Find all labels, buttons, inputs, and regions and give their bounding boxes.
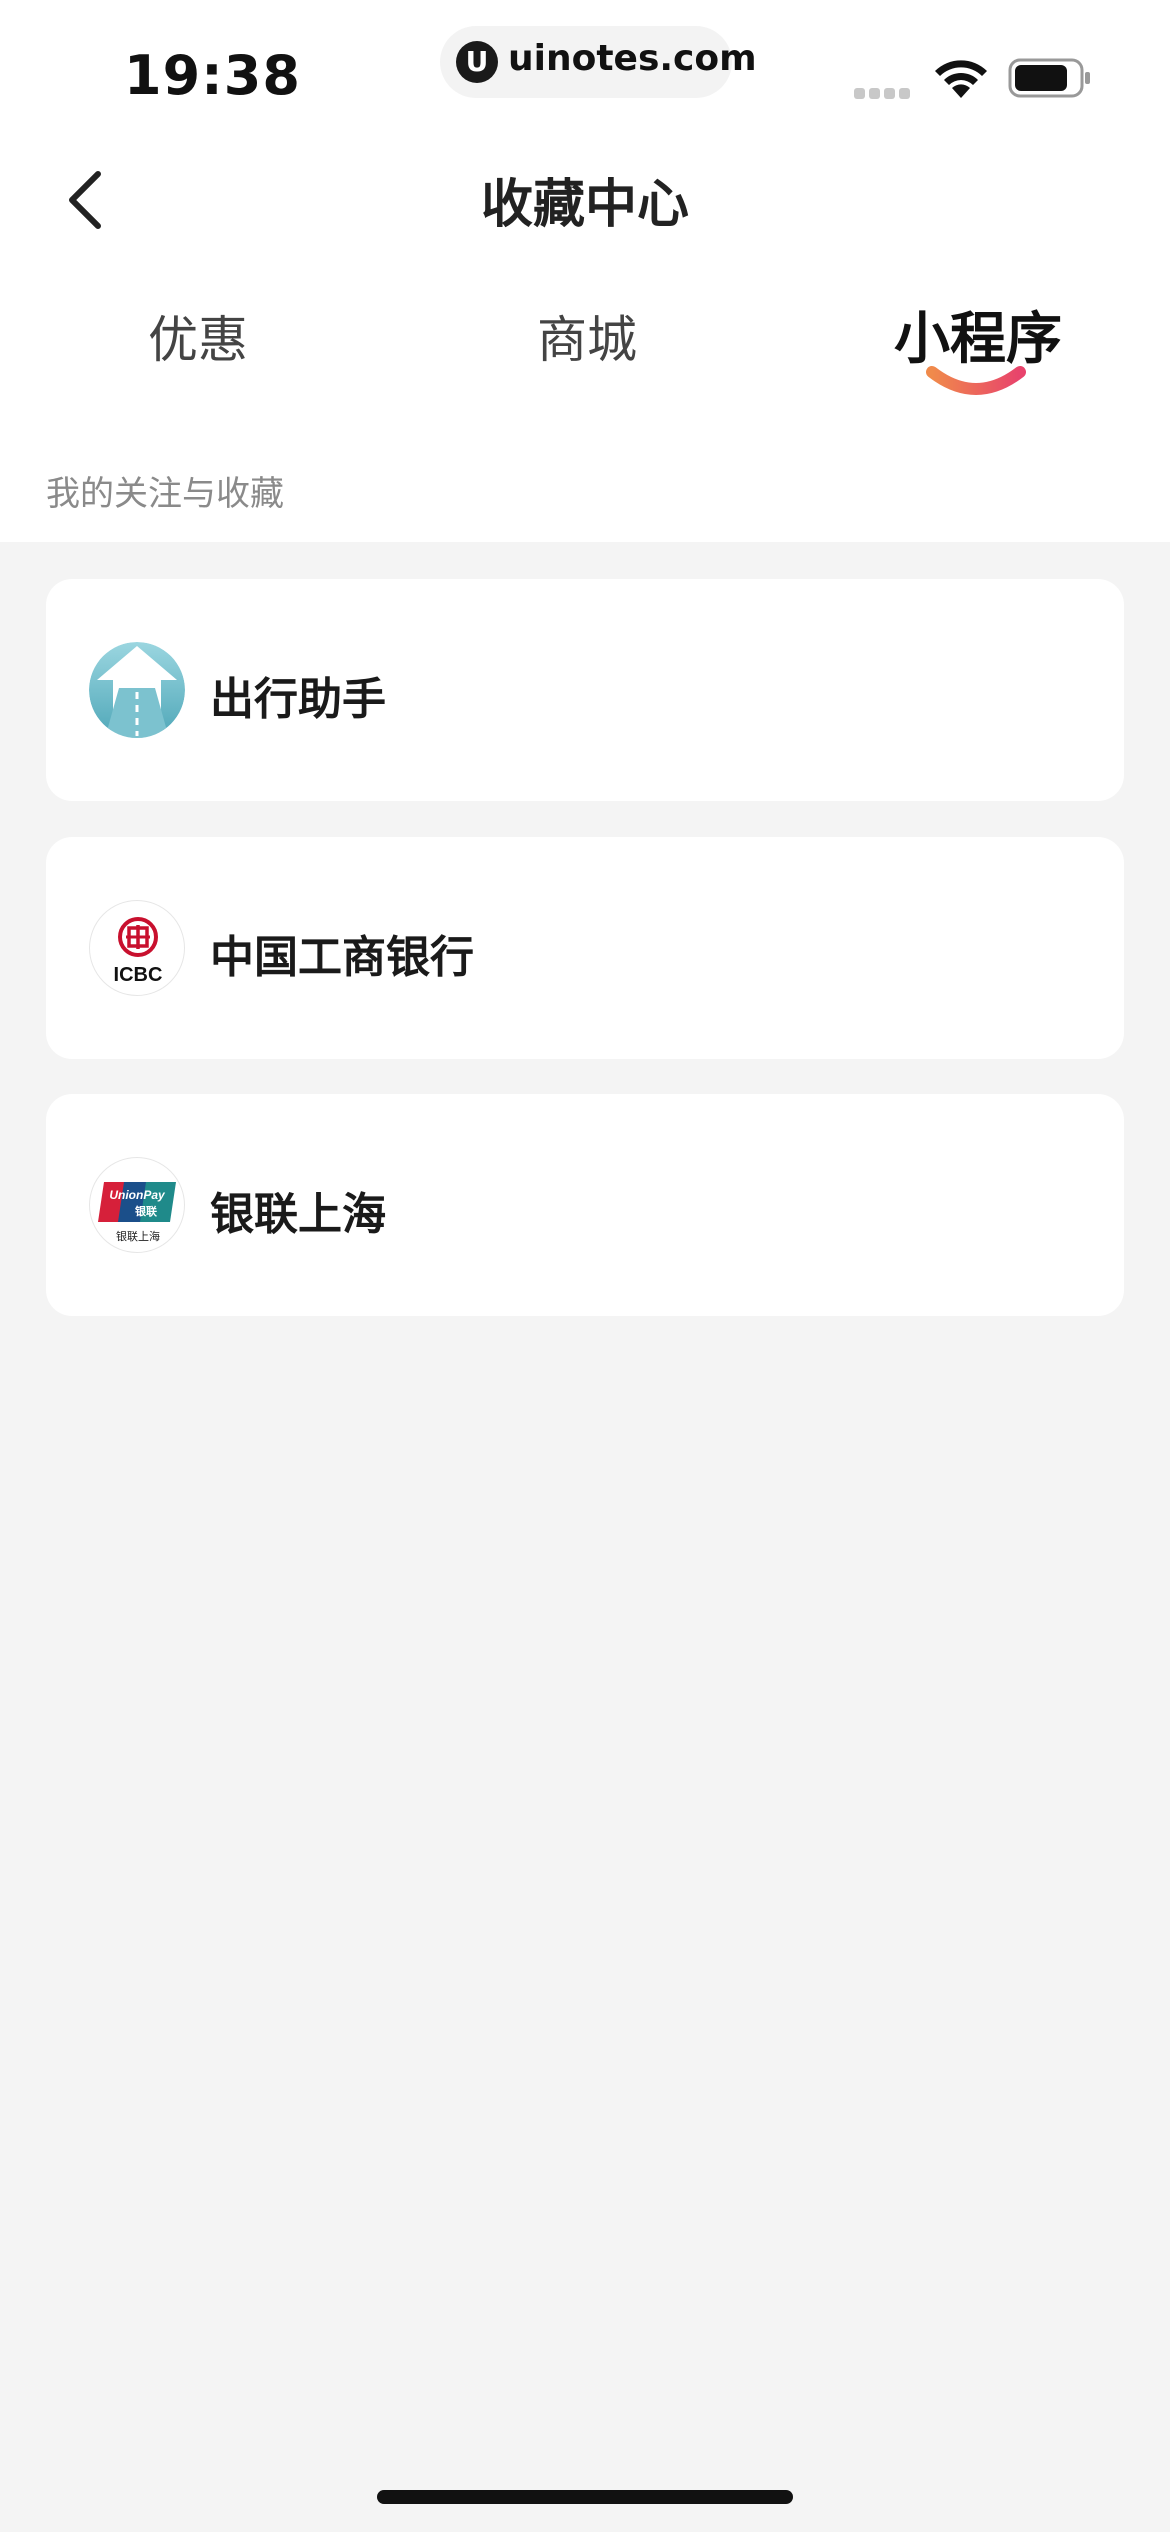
mini-program-card[interactable]: 出行助手 <box>46 579 1124 801</box>
status-time: 19:38 <box>124 44 301 107</box>
unionpay-logo-text: UnionPay <box>109 1188 166 1202</box>
road-arrow-icon <box>89 642 185 738</box>
url-text: uinotes.com <box>508 38 757 79</box>
mini-program-card[interactable]: ICBC 中国工商银行 <box>46 837 1124 1059</box>
mini-program-name: 中国工商银行 <box>210 932 474 983</box>
unionpay-logo-icon: UnionPay 银联 银联上海 <box>89 1157 185 1253</box>
mini-program-card[interactable]: UnionPay 银联 银联上海 银联上海 <box>46 1094 1124 1316</box>
unionpay-logo-caption: 银联上海 <box>116 1229 160 1243</box>
cellular-signal-icon <box>854 84 916 99</box>
tab-mall[interactable]: 商城 <box>537 300 637 372</box>
tab-mini-programs[interactable]: 小程序 <box>894 294 1062 375</box>
url-pill[interactable]: U uinotes.com <box>440 26 757 98</box>
section-label: 我的关注与收藏 <box>46 474 284 514</box>
wifi-icon <box>935 60 987 98</box>
unionpay-logo-subtext: 银联 <box>135 1204 157 1218</box>
icbc-logo-icon: ICBC <box>89 900 185 996</box>
mini-program-name: 出行助手 <box>210 674 386 725</box>
active-tab-indicator <box>926 366 1026 395</box>
page-title: 收藏中心 <box>480 175 689 235</box>
home-indicator[interactable] <box>377 2490 793 2504</box>
icbc-logo-text: ICBC <box>114 964 163 986</box>
battery-icon <box>1008 58 1090 98</box>
mini-program-name: 银联上海 <box>210 1189 386 1240</box>
tab-discounts[interactable]: 优惠 <box>148 300 248 372</box>
uinotes-logo-icon: U <box>456 41 498 83</box>
